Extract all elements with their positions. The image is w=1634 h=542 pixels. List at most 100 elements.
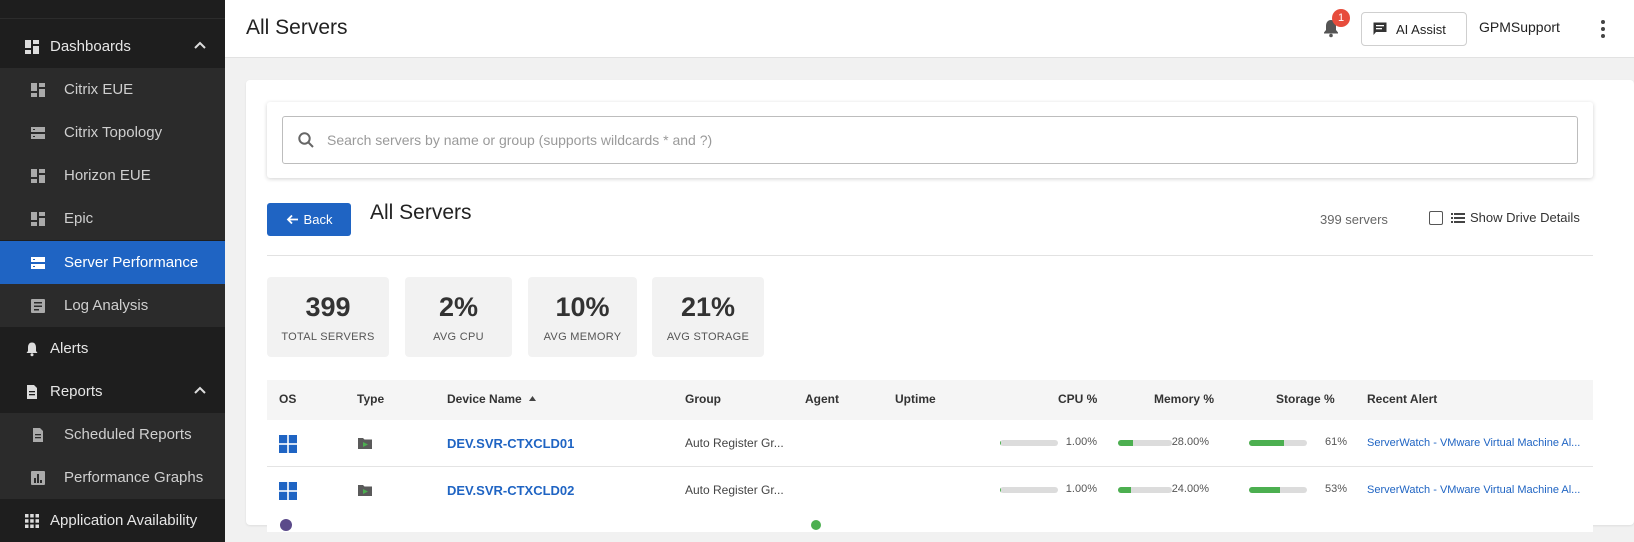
sidebar-item-label: Horizon EUE bbox=[64, 167, 151, 184]
sidebar-item-server-performance[interactable]: Server Performance bbox=[0, 241, 225, 284]
sidebar-item-label: Application Availability bbox=[50, 512, 198, 529]
column-header-memory[interactable]: Memory % bbox=[1154, 392, 1214, 406]
memory-bar bbox=[1118, 487, 1172, 493]
sidebar-item-performance-graphs[interactable]: Performance Graphs bbox=[0, 456, 225, 499]
storage-value: 53% bbox=[1324, 483, 1347, 495]
server-type-icon bbox=[357, 436, 373, 453]
storage-bar bbox=[1249, 440, 1307, 446]
table-row[interactable] bbox=[267, 512, 1593, 532]
column-header-recent-alert[interactable]: Recent Alert bbox=[1367, 392, 1437, 406]
storage-value: 61% bbox=[1324, 436, 1347, 448]
stat-avg-cpu: 2% AVG CPU bbox=[405, 277, 512, 357]
show-drive-details-label: Show Drive Details bbox=[1470, 210, 1580, 225]
sidebar-item-label: Dashboards bbox=[50, 38, 131, 55]
sidebar-item-horizon-eue[interactable]: Horizon EUE bbox=[0, 154, 225, 197]
show-drive-details-checkbox[interactable] bbox=[1429, 210, 1443, 225]
memory-bar-fill bbox=[1118, 487, 1131, 493]
stat-avg-storage: 21% AVG STORAGE bbox=[652, 277, 764, 357]
cpu-bar-fill bbox=[1000, 487, 1001, 493]
bell-icon bbox=[24, 341, 40, 357]
chevron-up-icon bbox=[193, 39, 207, 57]
memory-bar-fill bbox=[1118, 440, 1134, 446]
device-name-link[interactable]: DEV.SVR-CTXCLD01 bbox=[447, 436, 574, 451]
dns-icon bbox=[30, 125, 46, 141]
column-header-storage[interactable]: Storage % bbox=[1276, 392, 1335, 406]
divider bbox=[267, 255, 1593, 256]
sidebar-item-citrix-topology[interactable]: Citrix Topology bbox=[0, 111, 225, 154]
stat-label: AVG CPU bbox=[433, 331, 484, 343]
cpu-value: 1.00% bbox=[1065, 436, 1097, 448]
column-header-device-name[interactable]: Device Name bbox=[447, 392, 537, 406]
table-row[interactable]: DEV.SVR-CTXCLD01 Auto Register Gr... 1.0… bbox=[267, 420, 1593, 467]
sidebar-item-alerts[interactable]: Alerts bbox=[0, 327, 225, 370]
memory-value: 28.00% bbox=[1171, 436, 1209, 448]
column-header-uptime[interactable]: Uptime bbox=[895, 392, 936, 406]
dashboard-icon bbox=[30, 82, 46, 98]
column-header-os[interactable]: OS bbox=[279, 392, 296, 406]
stat-label: TOTAL SERVERS bbox=[281, 331, 375, 343]
memory-value: 24.00% bbox=[1171, 483, 1209, 495]
stat-value: 10% bbox=[555, 292, 610, 322]
article-icon bbox=[30, 298, 46, 314]
stat-label: AVG STORAGE bbox=[666, 331, 750, 343]
description-icon bbox=[30, 427, 46, 443]
cpu-value: 1.00% bbox=[1065, 483, 1097, 495]
agent-status-icon bbox=[810, 518, 822, 536]
chat-icon bbox=[1372, 21, 1388, 37]
chevron-up-icon bbox=[193, 384, 207, 402]
device-name-link[interactable]: DEV.SVR-CTXCLD02 bbox=[447, 483, 574, 498]
show-drive-details-toggle[interactable]: Show Drive Details bbox=[1429, 210, 1580, 225]
sidebar-item-dashboards[interactable]: Dashboards bbox=[0, 25, 225, 68]
app-header: All Servers 1 AI Assist GPMSupport bbox=[225, 0, 1634, 58]
sidebar-item-log-analysis[interactable]: Log Analysis bbox=[0, 284, 225, 327]
storage-bar bbox=[1249, 487, 1307, 493]
user-menu[interactable]: GPMSupport bbox=[1479, 19, 1560, 35]
search-box[interactable] bbox=[282, 116, 1578, 164]
sidebar-top bbox=[0, 0, 225, 19]
sidebar-item-citrix-eue[interactable]: Citrix EUE bbox=[0, 68, 225, 111]
search-icon bbox=[297, 131, 315, 149]
sort-arrow-up-icon bbox=[529, 396, 537, 401]
table-row[interactable]: DEV.SVR-CTXCLD02 Auto Register Gr... 1.0… bbox=[267, 467, 1593, 514]
bar-chart-icon bbox=[30, 470, 46, 486]
cpu-bar bbox=[1000, 487, 1058, 493]
notification-badge: 1 bbox=[1332, 9, 1350, 27]
sidebar-item-reports[interactable]: Reports bbox=[0, 370, 225, 413]
os-icon bbox=[279, 518, 293, 537]
recent-alert-link[interactable]: ServerWatch - VMware Virtual Machine Al.… bbox=[1367, 484, 1580, 496]
list-icon bbox=[1451, 212, 1465, 224]
column-header-label: Device Name bbox=[447, 392, 522, 406]
more-vert-icon[interactable] bbox=[1593, 18, 1613, 40]
stat-value: 399 bbox=[305, 292, 351, 322]
search-card bbox=[267, 102, 1593, 178]
sidebar-item-label: Scheduled Reports bbox=[64, 426, 192, 443]
column-header-group[interactable]: Group bbox=[685, 392, 721, 406]
column-header-cpu[interactable]: CPU % bbox=[1058, 392, 1097, 406]
column-header-type[interactable]: Type bbox=[357, 392, 384, 406]
sidebar-item-scheduled-reports[interactable]: Scheduled Reports bbox=[0, 413, 225, 456]
sidebar-item-label: Server Performance bbox=[64, 254, 199, 271]
cpu-bar-fill bbox=[1000, 440, 1001, 446]
recent-alert-link[interactable]: ServerWatch - VMware Virtual Machine Al.… bbox=[1367, 437, 1580, 449]
sidebar-item-application-availability[interactable]: Application Availability bbox=[0, 499, 225, 542]
group-cell: Auto Register Gr... bbox=[685, 483, 784, 497]
server-count: 399 servers bbox=[1320, 212, 1388, 227]
column-header-agent[interactable]: Agent bbox=[805, 392, 839, 406]
sidebar: Dashboards Citrix EUE Citrix Topology Ho… bbox=[0, 0, 225, 542]
dashboard-icon bbox=[30, 168, 46, 184]
search-input[interactable] bbox=[325, 131, 1529, 149]
sidebar-item-epic[interactable]: Epic bbox=[0, 197, 225, 240]
sidebar-item-label: Citrix Topology bbox=[64, 124, 163, 141]
windows-icon bbox=[279, 482, 297, 503]
ai-assist-button[interactable]: AI Assist bbox=[1361, 12, 1467, 46]
dashboard-icon bbox=[30, 211, 46, 227]
memory-bar bbox=[1118, 440, 1172, 446]
sidebar-item-label: Performance Graphs bbox=[64, 469, 204, 486]
cpu-bar bbox=[1000, 440, 1058, 446]
sidebar-item-label: Alerts bbox=[50, 340, 89, 357]
back-label: Back bbox=[303, 212, 333, 227]
back-button[interactable]: Back bbox=[267, 203, 351, 236]
dns-icon bbox=[30, 255, 46, 271]
stat-value: 2% bbox=[438, 292, 479, 322]
sidebar-item-label: Log Analysis bbox=[64, 297, 149, 314]
